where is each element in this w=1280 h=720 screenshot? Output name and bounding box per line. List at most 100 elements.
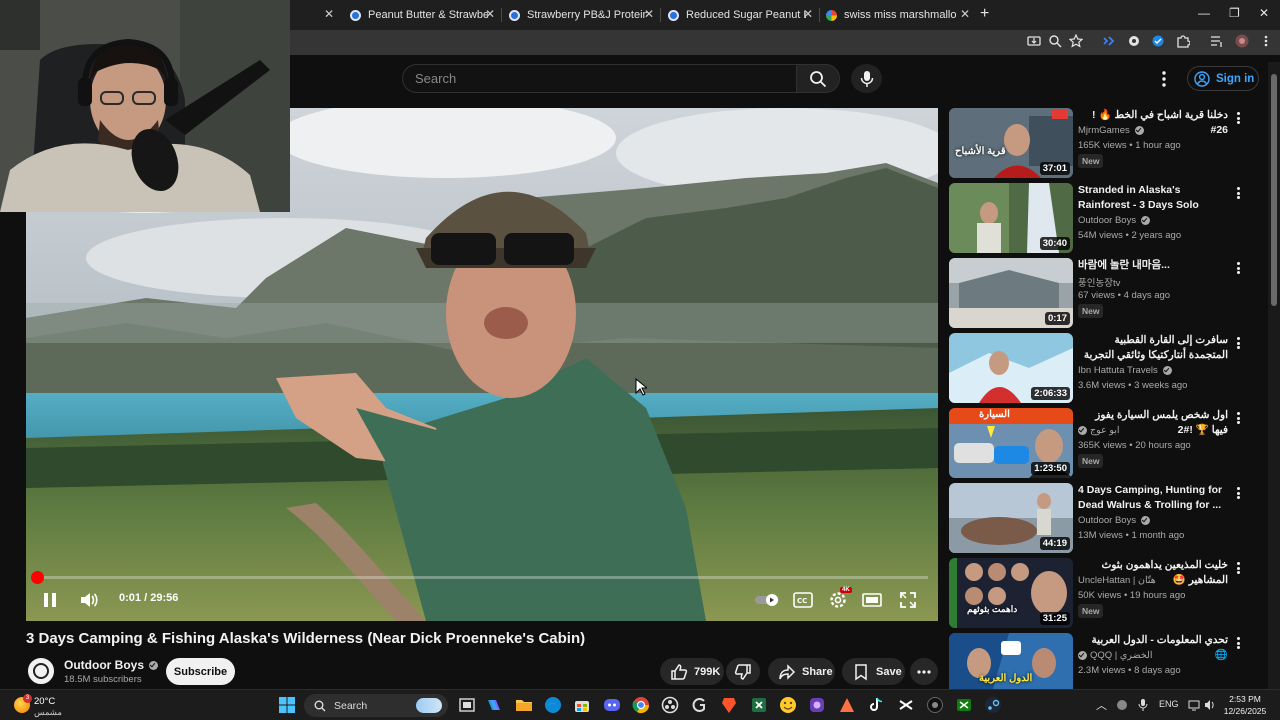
extension-icon[interactable]: [1126, 34, 1142, 50]
recommended-video[interactable]: قرية الأشباح 37:01 دخلنا قرية اشباح في ا…: [949, 108, 1259, 178]
tray-overflow-icon[interactable]: ︿: [1096, 697, 1107, 713]
app-icon[interactable]: [808, 696, 826, 714]
store-icon[interactable]: [573, 696, 591, 714]
chrome-icon[interactable]: [632, 696, 650, 714]
volume-icon[interactable]: [1204, 699, 1216, 713]
recommended-video[interactable]: 2:06:33 سافرت إلى القارة القطبية المتجمد…: [949, 333, 1259, 403]
settings-button[interactable]: 4K: [826, 587, 852, 611]
extensions-puzzle-icon[interactable]: [1175, 34, 1191, 50]
capcut-icon[interactable]: [897, 696, 915, 714]
discord-icon[interactable]: [603, 696, 621, 714]
tab-3[interactable]: Reduced Sugar Peanut Butter & ✕: [668, 4, 813, 26]
save-button[interactable]: Save: [842, 658, 905, 685]
settings-menu-button[interactable]: [1156, 69, 1172, 89]
steam-icon[interactable]: [984, 696, 1002, 714]
recommended-title[interactable]: 바람에 놀란 내마음...: [1078, 258, 1228, 273]
new-tab-button[interactable]: +: [980, 5, 989, 23]
more-vert-icon[interactable]: [1233, 561, 1243, 575]
brave-icon[interactable]: [720, 696, 738, 714]
seek-handle[interactable]: [31, 571, 44, 584]
tab-2[interactable]: Strawberry PB&J Protein Sandw ✕: [509, 4, 654, 26]
volume-button[interactable]: [78, 589, 100, 611]
tray-app-icon[interactable]: [1116, 699, 1128, 713]
more-vert-icon[interactable]: [1233, 261, 1243, 275]
recommended-channel[interactable]: Ibn Hattuta Travels: [1078, 365, 1172, 376]
more-actions-button[interactable]: [910, 658, 938, 685]
tiktok-icon[interactable]: [867, 696, 885, 714]
recommended-title[interactable]: سافرت إلى القارة القطبية المتجمدة أنتارك…: [1078, 333, 1228, 363]
more-vert-icon[interactable]: [1233, 636, 1243, 650]
tab-0[interactable]: ✕: [290, 4, 340, 26]
recommended-video[interactable]: 44:19 4 Days Camping, Hunting for Dead W…: [949, 483, 1259, 553]
weather-widget[interactable]: 3 20°C مشمس: [14, 694, 104, 718]
tab-close-icon[interactable]: ✕: [960, 7, 970, 21]
taskbar-search[interactable]: Search: [304, 694, 448, 717]
scrollbar-thumb[interactable]: [1271, 74, 1277, 306]
video-thumbnail[interactable]: الدول العربية: [949, 633, 1073, 689]
tab-close-icon[interactable]: ✕: [485, 7, 495, 21]
close-window-button[interactable]: ✕: [1259, 6, 1269, 20]
recommended-channel[interactable]: QQQ | الخضري: [1078, 650, 1153, 661]
like-button[interactable]: 799K: [660, 658, 724, 685]
recommended-video[interactable]: السيارة 1:23:50 اول شخص يلمس السيارة يفو…: [949, 408, 1259, 478]
video-thumbnail[interactable]: 0:17: [949, 258, 1073, 328]
recommended-channel[interactable]: ابو عوج: [1078, 425, 1120, 436]
recommended-video[interactable]: داهمت بثوثهم 31:25 خليت المذيعين يداهمون…: [949, 558, 1259, 628]
video-thumbnail[interactable]: داهمت بثوثهم 31:25: [949, 558, 1073, 628]
channel-name-row[interactable]: Outdoor Boys: [64, 658, 158, 672]
video-thumbnail[interactable]: السيارة 1:23:50: [949, 408, 1073, 478]
extension-shield-icon[interactable]: [1150, 34, 1166, 50]
pause-button[interactable]: [40, 589, 60, 611]
install-app-icon[interactable]: [1026, 34, 1042, 50]
file-explorer-icon[interactable]: [515, 696, 533, 714]
recommended-title[interactable]: Stranded in Alaska's Rainforest - 3 Days…: [1078, 183, 1228, 213]
app-g-icon[interactable]: [691, 696, 709, 714]
input-language[interactable]: ENG: [1159, 699, 1179, 709]
tab-4[interactable]: swiss miss marshmallow price ✕: [826, 4, 970, 26]
autoplay-toggle[interactable]: [754, 589, 782, 611]
more-vert-icon[interactable]: [1233, 336, 1243, 350]
tab-1[interactable]: Peanut Butter & Strawberry Sp ✕: [350, 4, 495, 26]
theater-mode-button[interactable]: [862, 589, 882, 611]
tab-close-icon[interactable]: ✕: [324, 7, 334, 21]
recommended-video[interactable]: الدول العربية تحدي المعلومات - الدول الع…: [949, 633, 1259, 689]
system-clock[interactable]: 2:53 PM 12/26/2025: [1222, 693, 1268, 717]
recommended-video[interactable]: 0:17 바람에 놀란 내마음... 풍인농장tv 67 views • 4 d…: [949, 258, 1259, 328]
captions-button[interactable]: CC: [793, 589, 813, 611]
more-vert-icon[interactable]: [1233, 486, 1243, 500]
channel-name[interactable]: Outdoor Boys: [64, 658, 144, 672]
recommended-title[interactable]: 4 Days Camping, Hunting for Dead Walrus …: [1078, 483, 1228, 513]
media-controls-icon[interactable]: [1209, 34, 1225, 50]
recommended-channel[interactable]: UncleHattan | هتّان: [1078, 575, 1156, 586]
recommended-channel[interactable]: Outdoor Boys: [1078, 515, 1151, 526]
copilot-icon[interactable]: [486, 696, 504, 714]
zoom-icon[interactable]: [1047, 34, 1063, 50]
tab-close-icon[interactable]: ✕: [644, 7, 654, 21]
edge-icon[interactable]: [544, 696, 562, 714]
emoji-app-icon[interactable]: [779, 696, 797, 714]
browser-menu-icon[interactable]: [1258, 34, 1274, 50]
profile-avatar-icon[interactable]: [1234, 34, 1250, 50]
seek-bar[interactable]: [36, 576, 928, 579]
microphone-icon[interactable]: [1138, 699, 1148, 713]
share-button[interactable]: Share: [768, 658, 835, 685]
restore-button[interactable]: ❐: [1229, 6, 1240, 20]
xbox-icon[interactable]: [955, 696, 973, 714]
search-input[interactable]: [403, 65, 796, 92]
minimize-button[interactable]: —: [1198, 6, 1210, 20]
tab-close-icon[interactable]: ✕: [803, 7, 813, 21]
search-button[interactable]: [796, 64, 840, 93]
task-view-icon[interactable]: [458, 696, 476, 714]
recommended-video[interactable]: 30:40 Stranded in Alaska's Rainforest - …: [949, 183, 1259, 253]
windows-start-icon[interactable]: [278, 696, 296, 714]
recommended-channel[interactable]: MjrmGames: [1078, 125, 1144, 136]
bookmark-star-icon[interactable]: [1068, 33, 1084, 50]
app-dark-icon[interactable]: [926, 696, 944, 714]
more-vert-icon[interactable]: [1233, 186, 1243, 200]
video-thumbnail[interactable]: 44:19: [949, 483, 1073, 553]
recommended-channel[interactable]: 풍인농장tv: [1078, 275, 1120, 289]
video-thumbnail[interactable]: 2:06:33: [949, 333, 1073, 403]
extension-blue-icon[interactable]: [1101, 34, 1117, 50]
network-icon[interactable]: [1188, 699, 1200, 713]
voice-search-button[interactable]: [851, 64, 882, 93]
